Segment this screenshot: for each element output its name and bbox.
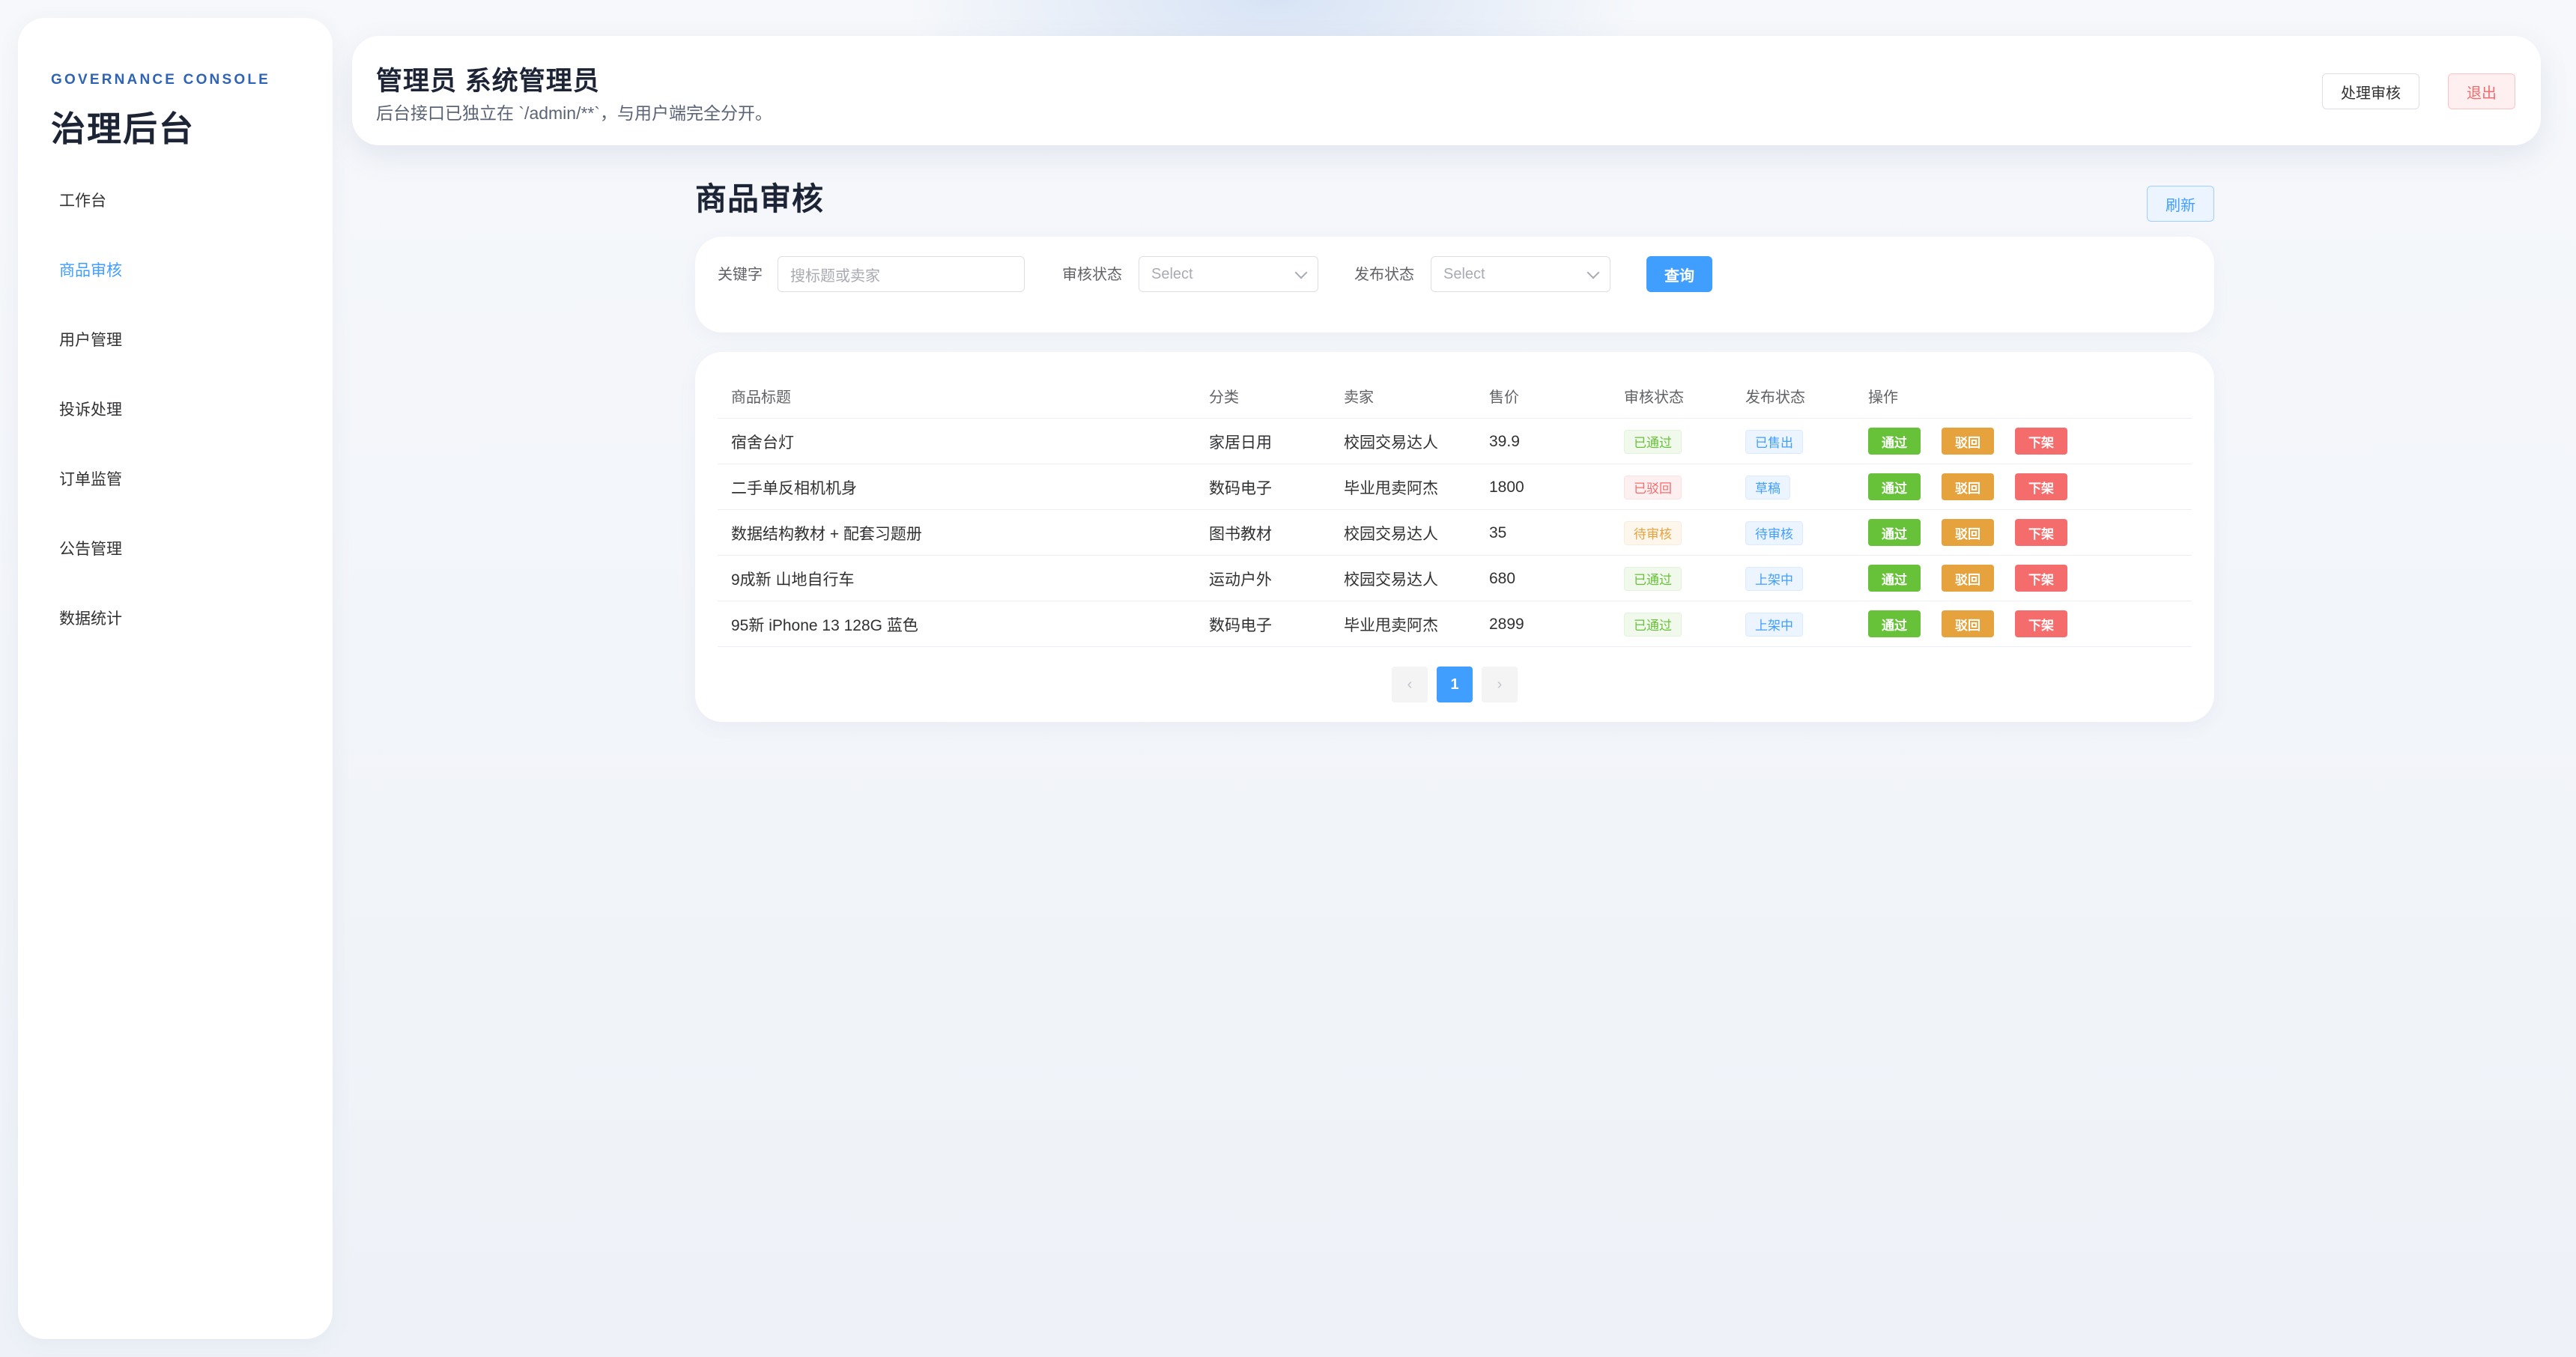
page-number-current[interactable]: 1 [1437,667,1473,702]
header-card: 管理员 系统管理员 后台接口已独立在 `/admin/**`，与用户端完全分开。… [352,36,2541,145]
publish-status-badge: 草稿 [1745,475,1790,500]
column-header-title: 商品标题 [731,389,791,406]
review-status-label: 审核状态 [1062,267,1122,283]
reject-button[interactable]: 驳回 [1942,473,1994,500]
table-row: 宿舍台灯 家居日用 校园交易达人 39.9 已通过 已售出 通过 驳回 下架 [718,419,2192,464]
publish-status-select[interactable]: Select [1431,256,1610,292]
cell-price: 1800 [1489,478,1524,496]
sidebar-nav: 工作台 商品审核 用户管理 投诉处理 订单监管 公告管理 数据统计 [18,165,333,652]
publish-status-badge: 待审核 [1745,520,1803,545]
brand-subtitle: GOVERNANCE CONSOLE [51,72,271,88]
product-table: 商品标题 分类 卖家 售价 审核状态 发布状态 操作 宿舍台灯 家居日用 校园交… [718,373,2192,647]
publish-status-badge: 上架中 [1745,566,1803,591]
review-status-placeholder: Select [1151,265,1193,282]
table-row: 数据结构教材 + 配套习题册 图书教材 校园交易达人 35 待审核 待审核 通过… [718,510,2192,556]
query-button[interactable]: 查询 [1646,256,1712,292]
cell-category: 图书教材 [1209,525,1272,543]
cell-seller: 校园交易达人 [1344,434,1438,452]
publish-status-placeholder: Select [1443,265,1485,282]
column-header-actions: 操作 [1868,389,1898,406]
cell-seller: 校园交易达人 [1344,525,1438,543]
table-row: 二手单反相机机身 数码电子 毕业甩卖阿杰 1800 已驳回 草稿 通过 驳回 下… [718,464,2192,510]
table-header-row: 商品标题 分类 卖家 售价 审核状态 发布状态 操作 [718,373,2192,419]
cell-seller: 校园交易达人 [1344,571,1438,589]
sidebar-item-announcements[interactable]: 公告管理 [18,513,333,583]
review-status-badge: 已通过 [1624,429,1682,454]
logout-button[interactable]: 退出 [2448,73,2515,109]
delist-button[interactable]: 下架 [2015,610,2067,637]
keyword-label: 关键字 [718,267,763,283]
pagination: ‹ 1 › [695,667,2214,702]
chevron-down-icon [1586,266,1600,279]
approve-button[interactable]: 通过 [1868,473,1921,500]
review-status-badge: 已驳回 [1624,475,1682,500]
cell-price: 39.9 [1489,432,1520,450]
cell-price: 680 [1489,569,1516,587]
publish-status-badge: 上架中 [1745,612,1803,637]
cell-seller: 毕业甩卖阿杰 [1344,616,1438,634]
filter-card: 关键字 搜标题或卖家 审核状态 Select 发布状态 Select 查询 [695,237,2214,333]
approve-button[interactable]: 通过 [1868,610,1921,637]
header-title: 管理员 系统管理员 [376,67,600,96]
cell-category: 数码电子 [1209,616,1272,634]
approve-button[interactable]: 通过 [1868,428,1921,455]
reject-button[interactable]: 驳回 [1942,565,1994,592]
publish-status-badge: 已售出 [1745,429,1803,454]
reject-button[interactable]: 驳回 [1942,610,1994,637]
cell-category: 数码电子 [1209,479,1272,497]
approve-button[interactable]: 通过 [1868,565,1921,592]
review-status-select[interactable]: Select [1139,256,1318,292]
cell-title: 95新 iPhone 13 128G 蓝色 [731,616,918,634]
prev-page-button[interactable]: ‹ [1392,667,1428,702]
review-status-badge: 待审核 [1624,520,1682,545]
sidebar-item-product-review[interactable]: 商品审核 [18,234,333,304]
page-title: 商品审核 [695,181,825,216]
approve-button[interactable]: 通过 [1868,519,1921,546]
delist-button[interactable]: 下架 [2015,565,2067,592]
refresh-button[interactable]: 刷新 [2147,186,2214,222]
chevron-down-icon [1294,266,1308,279]
sidebar-item-user-management[interactable]: 用户管理 [18,304,333,374]
cell-price: 35 [1489,523,1507,541]
review-status-badge: 已通过 [1624,566,1682,591]
sidebar-item-complaints[interactable]: 投诉处理 [18,374,333,443]
brand-title: 治理后台 [51,109,195,148]
keyword-input[interactable]: 搜标题或卖家 [778,256,1025,292]
header-description: 后台接口已独立在 `/admin/**`，与用户端完全分开。 [376,103,773,123]
cell-price: 2899 [1489,615,1524,633]
sidebar-item-dashboard[interactable]: 工作台 [18,165,333,234]
cell-title: 9成新 山地自行车 [731,571,855,589]
cell-seller: 毕业甩卖阿杰 [1344,479,1438,497]
sidebar-item-statistics[interactable]: 数据统计 [18,583,333,652]
column-header-price: 售价 [1489,389,1519,406]
table-row: 9成新 山地自行车 运动户外 校园交易达人 680 已通过 上架中 通过 驳回 … [718,556,2192,601]
reject-button[interactable]: 驳回 [1942,519,1994,546]
delist-button[interactable]: 下架 [2015,473,2067,500]
review-status-badge: 已通过 [1624,612,1682,637]
column-header-review-status: 审核状态 [1624,389,1684,406]
cell-title: 数据结构教材 + 配套习题册 [731,525,922,543]
sidebar: GOVERNANCE CONSOLE 治理后台 工作台 商品审核 用户管理 投诉… [18,18,333,1339]
cell-category: 运动户外 [1209,571,1272,589]
cell-title: 宿舍台灯 [731,434,794,452]
publish-status-label: 发布状态 [1354,267,1414,283]
process-review-button[interactable]: 处理审核 [2322,73,2419,109]
cell-category: 家居日用 [1209,434,1272,452]
reject-button[interactable]: 驳回 [1942,428,1994,455]
column-header-category: 分类 [1209,389,1239,406]
table-row: 95新 iPhone 13 128G 蓝色 数码电子 毕业甩卖阿杰 2899 已… [718,601,2192,647]
delist-button[interactable]: 下架 [2015,519,2067,546]
cell-title: 二手单反相机机身 [731,479,857,497]
delist-button[interactable]: 下架 [2015,428,2067,455]
column-header-seller: 卖家 [1344,389,1374,406]
column-header-publish-status: 发布状态 [1745,389,1805,406]
next-page-button[interactable]: › [1482,667,1518,702]
sidebar-item-order-supervision[interactable]: 订单监管 [18,443,333,513]
